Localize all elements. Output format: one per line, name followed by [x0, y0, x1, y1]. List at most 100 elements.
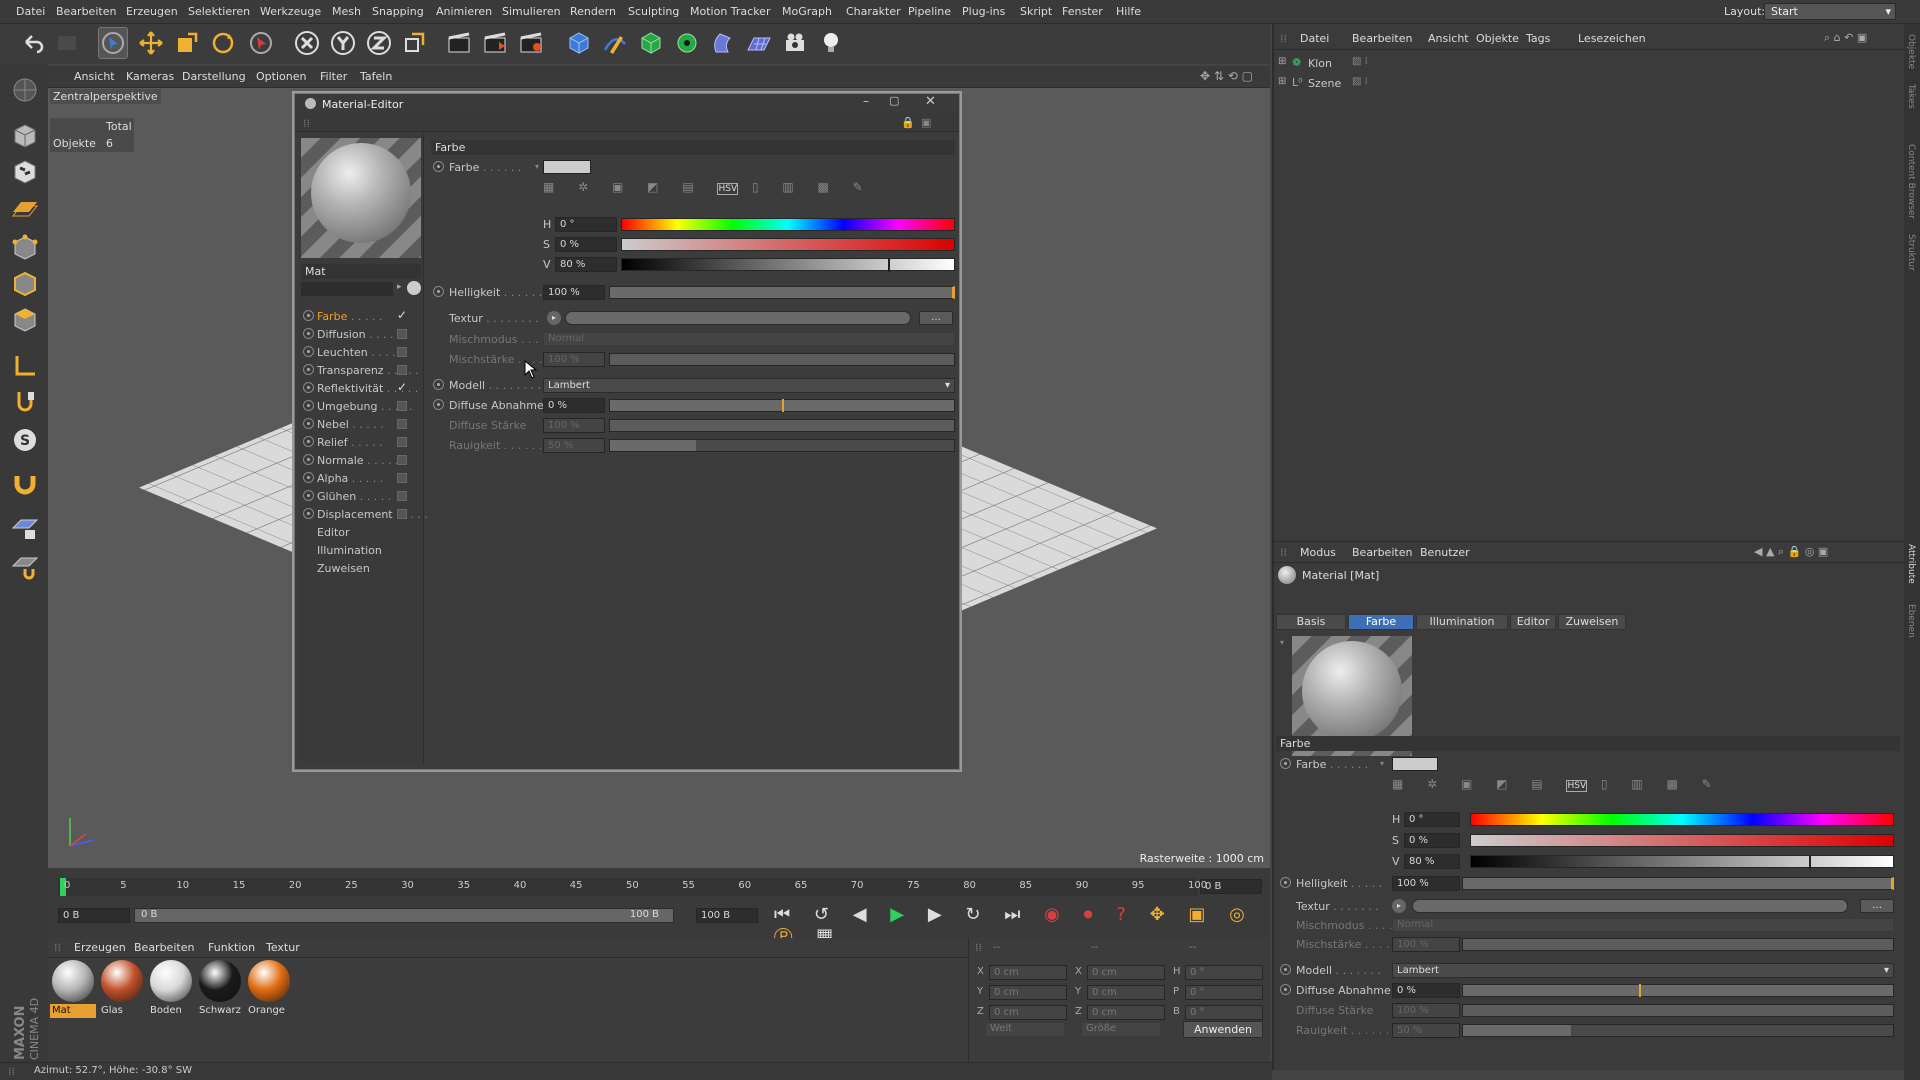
om-nav-icons[interactable]: ⌕ ⌂ ↶ ▣ [1824, 31, 1867, 45]
redo-button[interactable] [52, 27, 82, 59]
live-select-button[interactable] [246, 27, 276, 59]
am-color-mode-icons[interactable]: ▦ ✲ ▣ ◩ ▤ HSV ▯ ▥ ▩ ✎ [1392, 777, 1722, 795]
tab-zuweisen[interactable]: Zuweisen [1558, 614, 1626, 630]
material-name-field[interactable]: Mat [301, 264, 421, 279]
material-swatch[interactable]: Glas [99, 958, 145, 1018]
texture-mode-button[interactable] [9, 156, 41, 188]
om-menu-item[interactable]: Datei [1300, 32, 1329, 45]
h-input[interactable]: 0 ° [555, 217, 617, 232]
am-h-input[interactable]: 0 ° [1404, 812, 1460, 827]
channel-extra-item[interactable]: Zuweisen [317, 562, 370, 575]
am-mischstaerke-slider[interactable] [1462, 938, 1894, 951]
visibility-dots[interactable]: ▨ ⁞ [1352, 56, 1368, 67]
deformer-button[interactable] [708, 27, 738, 59]
menu-item[interactable]: Hilfe [1116, 5, 1141, 18]
rauigkeit-slider[interactable] [609, 439, 955, 452]
edges-mode-button[interactable] [9, 268, 41, 300]
am-diffuse-abnahme-slider[interactable] [1462, 984, 1894, 997]
modell-select[interactable]: Lambert ▾ [543, 378, 955, 393]
am-value-slider[interactable] [1470, 855, 1894, 869]
end-frame-field[interactable]: 100 B [696, 908, 758, 923]
material-swatch[interactable]: Schwarz [197, 958, 243, 1018]
am-farbe-radio[interactable] [1280, 758, 1291, 769]
am-menu-item[interactable]: Benutzer [1420, 546, 1470, 559]
om-menu-item[interactable]: Bearbeiten [1352, 32, 1412, 45]
menu-item[interactable]: Mesh [332, 5, 361, 18]
menu-item[interactable]: Plug-ins [962, 5, 1005, 18]
channel-radio[interactable] [303, 364, 314, 375]
camera-button[interactable] [780, 27, 810, 59]
mm-menu-item[interactable]: Textur [266, 941, 300, 954]
am-saturation-slider[interactable] [1470, 834, 1894, 847]
menu-item[interactable]: Fenster [1062, 5, 1103, 18]
coord-input[interactable]: 0 ° [1185, 1005, 1263, 1020]
am-helligkeit-radio[interactable] [1280, 877, 1291, 888]
am-diffuse-staerke-input[interactable]: 100 % [1392, 1003, 1460, 1018]
channel-checkbox[interactable] [397, 401, 407, 411]
menu-item[interactable]: Bearbeiten [56, 5, 116, 18]
textur-arrow-icon[interactable]: ▸ [547, 311, 561, 325]
object-name[interactable]: Szene [1308, 77, 1341, 90]
z-axis-button[interactable] [364, 27, 394, 59]
checkmark-icon[interactable]: ✓ [397, 380, 407, 394]
render-picture-button[interactable] [480, 27, 510, 59]
axis-mode-button[interactable] [9, 350, 41, 382]
mischstaerke-input[interactable]: 100 % [543, 352, 605, 367]
viewport-menu-item[interactable]: Darstellung [182, 70, 246, 83]
diffuse-staerke-input[interactable]: 100 % [543, 418, 605, 433]
am-modell-radio[interactable] [1280, 964, 1291, 975]
channel-radio[interactable] [303, 418, 314, 429]
close-icon[interactable]: ✕ [925, 94, 936, 109]
menu-item[interactable]: Charakter [846, 5, 901, 18]
om-menu-item[interactable]: Ansicht [1428, 32, 1469, 45]
light-button[interactable] [816, 27, 846, 59]
viewport-menu-item[interactable]: Kameras [126, 70, 174, 83]
menu-item[interactable]: Erzeugen [126, 5, 178, 18]
helligkeit-slider[interactable] [609, 286, 955, 299]
am-color-swatch[interactable] [1392, 757, 1438, 771]
am-helligkeit-slider[interactable] [1462, 877, 1894, 890]
channel-item[interactable]: Relief . . . . . [317, 436, 383, 449]
menu-item[interactable]: Datei [16, 5, 45, 18]
side-tab[interactable]: Objekte [1906, 34, 1916, 69]
channel-radio[interactable] [303, 472, 314, 483]
floor-button[interactable] [744, 27, 774, 59]
chevron-down-icon[interactable]: ▾ [535, 162, 539, 171]
chevron-down-icon[interactable]: ▾ [1380, 759, 1384, 768]
textur-field[interactable] [565, 311, 911, 325]
minimize-button[interactable]: – [863, 94, 869, 108]
render-settings-button[interactable] [516, 27, 546, 59]
farbe-radio[interactable] [433, 161, 444, 172]
spline-pen-button[interactable] [600, 27, 630, 59]
tab-basis[interactable]: Basis [1276, 614, 1346, 630]
material-name-input[interactable] [301, 282, 393, 296]
helligkeit-radio[interactable] [433, 286, 444, 297]
cube-button[interactable] [564, 27, 594, 59]
menu-item[interactable]: Simulieren [502, 5, 561, 18]
playback-controls[interactable]: ⏮ ↺ ◀ ▶ ▶ ↻ ⏭ ◉ ⏺ ? ✥ ▣ ◎ Ⓟ ▦ [774, 904, 1254, 946]
channel-radio[interactable] [303, 400, 314, 411]
am-s-input[interactable]: 0 % [1404, 833, 1460, 848]
channel-item[interactable]: Farbe . . . . . [317, 310, 382, 323]
channel-item[interactable]: Alpha . . . . . [317, 472, 383, 485]
checkmark-icon[interactable]: ✓ [397, 308, 407, 322]
om-menu-item[interactable]: Objekte [1476, 32, 1519, 45]
channel-checkbox[interactable] [397, 329, 407, 339]
coord-input[interactable]: 0 cm [1087, 985, 1165, 1000]
select-tool-button[interactable] [98, 27, 128, 59]
x-axis-button[interactable] [292, 27, 322, 59]
value-slider[interactable] [621, 258, 955, 272]
v-input[interactable]: 80 % [555, 257, 617, 272]
menu-item[interactable]: Skript [1020, 5, 1052, 18]
generator-button[interactable] [636, 27, 666, 59]
cloner-button[interactable] [672, 27, 702, 59]
channel-extra-item[interactable]: Editor [317, 526, 350, 539]
menu-item[interactable]: Werkzeuge [260, 5, 321, 18]
am-mischmodus-select[interactable]: Normal [1392, 918, 1894, 932]
mm-menu-item[interactable]: Funktion [208, 941, 255, 954]
s-input[interactable]: 0 % [555, 237, 617, 252]
menu-item[interactable]: Rendern [570, 5, 616, 18]
am-hue-slider[interactable] [1470, 813, 1894, 826]
expand-icon[interactable]: ⊞ [1278, 56, 1286, 67]
maximize-button[interactable]: ▢ [889, 94, 899, 107]
